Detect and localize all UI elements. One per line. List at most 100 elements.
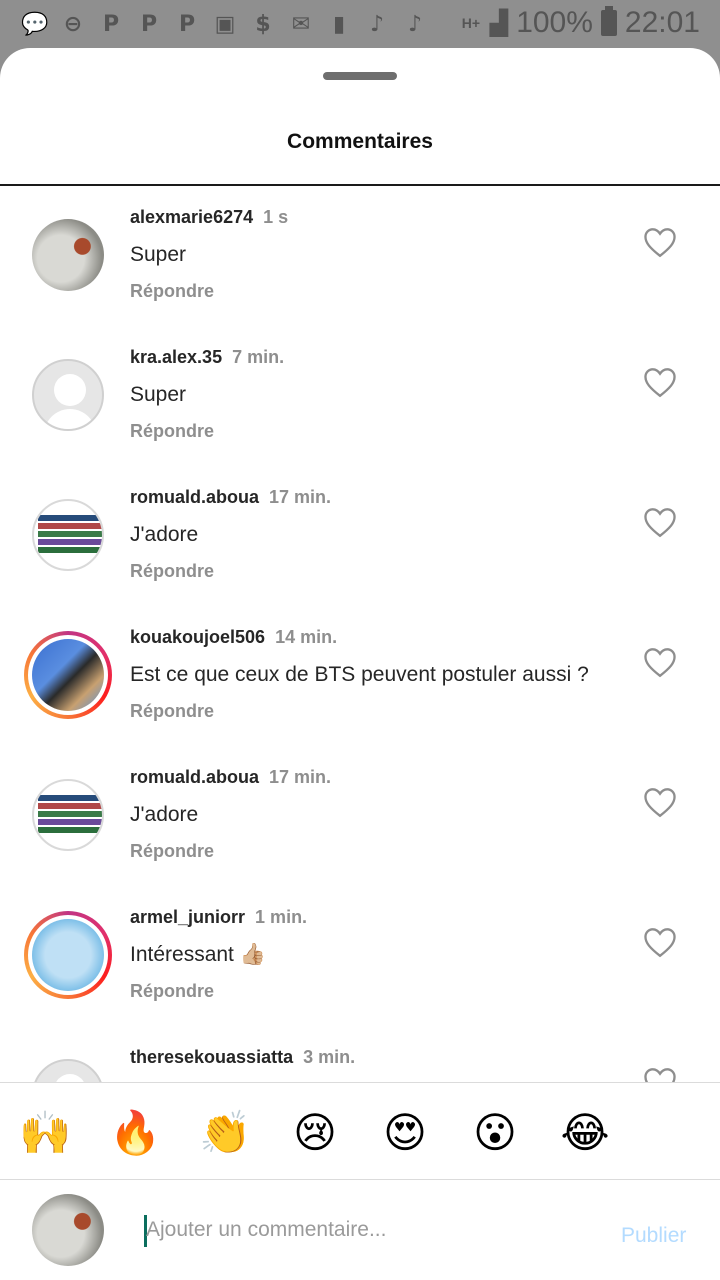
comment-text: Est ce que ceux de BTS peuvent postuler … xyxy=(130,663,589,686)
tiktok-icon: ♪ xyxy=(369,11,385,37)
avatar-stripe xyxy=(38,811,102,817)
reply-button[interactable]: Répondre xyxy=(130,841,214,862)
heart-eyes-emoji-button[interactable]: 😍 xyxy=(379,1107,431,1159)
status-bar: 💬 ⊖ P P P ▣ $ ✉ ▮ ♪ ♪ H+ ▟ 100% 22:01 xyxy=(0,0,720,48)
money-icon: $ xyxy=(255,11,271,37)
timestamp: 14 min. xyxy=(275,627,338,647)
avatar-stripe xyxy=(38,539,102,545)
comment-text: Super xyxy=(130,243,187,266)
parking-app-icon: P xyxy=(178,11,196,37)
raising-hands-emoji-button[interactable]: 🙌 xyxy=(19,1107,71,1159)
comment-item: theresekouassiatta 3 min. xyxy=(0,1026,720,1082)
heart-icon[interactable] xyxy=(642,366,678,398)
comment-meta: kouakoujoel506 14 min. xyxy=(130,627,337,648)
parking-app-icon: P xyxy=(140,11,158,37)
heart-icon[interactable] xyxy=(642,926,678,958)
reply-button[interactable]: Répondre xyxy=(130,421,214,442)
heart-icon[interactable] xyxy=(642,226,678,258)
comment-text: Intéressant 👍🏼 xyxy=(130,943,266,966)
heart-icon[interactable] xyxy=(642,506,678,538)
surprised-emoji-button[interactable]: 😮 xyxy=(469,1107,521,1159)
comment-list[interactable]: alexmarie6274 1 s Super Répondre kra.alex… xyxy=(0,186,720,1082)
avatar-stripe xyxy=(38,803,102,809)
avatar xyxy=(32,919,104,991)
avatar-head xyxy=(54,374,86,406)
heart-icon[interactable] xyxy=(642,1066,678,1082)
image-icon: ▣ xyxy=(214,11,236,37)
avatar-stripe xyxy=(38,795,102,801)
username[interactable]: romuald.aboua xyxy=(130,767,259,787)
comment-item: kouakoujoel506 14 min. Est ce que ceux de… xyxy=(0,606,720,746)
heart-icon[interactable] xyxy=(642,786,678,818)
signal-icon: ▟ xyxy=(489,9,509,37)
battery-100-icon: ▮ xyxy=(332,11,346,37)
current-user-avatar xyxy=(32,1194,104,1266)
avatar[interactable] xyxy=(32,359,104,431)
mail-icon: ✉ xyxy=(291,11,311,37)
username[interactable]: romuald.aboua xyxy=(130,487,259,507)
sheet-title: Commentaires xyxy=(287,130,433,153)
comment-item: romuald.aboua 17 min. J'adore Répondre xyxy=(0,746,720,886)
crying-emoji-button[interactable]: 😢 xyxy=(289,1107,341,1159)
comment-input[interactable] xyxy=(146,1210,586,1250)
message-icon: 💬 xyxy=(21,11,49,37)
comment-meta: romuald.aboua 17 min. xyxy=(130,487,331,508)
heart-icon[interactable] xyxy=(642,646,678,678)
notification-icons: 💬 ⊖ P P P ▣ $ ✉ ▮ ♪ ♪ xyxy=(21,8,428,40)
username[interactable]: kra.alex.35 xyxy=(130,347,222,367)
avatar-stripe xyxy=(38,523,102,529)
battery-percent: 100% xyxy=(516,6,593,39)
avatar-stripe xyxy=(38,827,102,833)
comment-text: Super xyxy=(130,383,187,406)
username[interactable]: armel_juniorr xyxy=(130,907,245,927)
reply-button[interactable]: Répondre xyxy=(130,981,214,1002)
username[interactable]: alexmarie6274 xyxy=(130,207,253,227)
avatar-ring-gap xyxy=(28,635,108,715)
avatar-stripe xyxy=(38,531,102,537)
reply-button[interactable]: Répondre xyxy=(130,281,214,302)
timestamp: 3 min. xyxy=(303,1047,356,1067)
publish-button[interactable]: Publier xyxy=(621,1224,686,1248)
parking-app-icon: P xyxy=(102,11,120,37)
comment-meta: armel_juniorr 1 min. xyxy=(130,907,307,928)
timestamp: 1 s xyxy=(263,207,289,227)
tiktok-icon: ♪ xyxy=(407,11,423,37)
avatar-stripe xyxy=(38,515,102,521)
comment-item: alexmarie6274 1 s Super Répondre xyxy=(0,186,720,326)
comment-item: armel_juniorr 1 min. Intéressant 👍🏼 Répon… xyxy=(0,886,720,1026)
drag-handle[interactable] xyxy=(323,72,397,80)
comment-text: J'adore xyxy=(130,803,199,826)
battery-icon xyxy=(600,6,617,36)
avatar-story-ring[interactable] xyxy=(24,911,112,999)
avatar[interactable] xyxy=(32,1059,104,1082)
avatar[interactable] xyxy=(32,499,104,571)
comment-meta: romuald.aboua 17 min. xyxy=(130,767,331,788)
do-not-disturb-icon: ⊖ xyxy=(63,11,83,37)
timestamp: 17 min. xyxy=(269,487,332,507)
system-status: H+ ▟ 100% 22:01 xyxy=(462,5,700,41)
avatar[interactable] xyxy=(32,219,104,291)
timestamp: 17 min. xyxy=(269,767,332,787)
fire-emoji-button[interactable]: 🔥 xyxy=(109,1107,161,1159)
avatar-stripe xyxy=(38,819,102,825)
avatar-head xyxy=(54,1074,86,1082)
clapping-emoji-button[interactable]: 👏 xyxy=(199,1107,251,1159)
timestamp: 7 min. xyxy=(232,347,285,367)
comment-meta: theresekouassiatta 3 min. xyxy=(130,1047,355,1068)
clock: 22:01 xyxy=(624,6,700,39)
avatar[interactable] xyxy=(32,779,104,851)
comment-composer: Publier xyxy=(0,1180,720,1280)
avatar-ring-gap xyxy=(28,915,108,995)
comment-item: romuald.aboua 17 min. J'adore Répondre xyxy=(0,466,720,606)
emoji-quick-bar: 🙌 🔥 👏 😢 😍 😮 😂 xyxy=(0,1082,720,1180)
username[interactable]: kouakoujoel506 xyxy=(130,627,265,647)
timestamp: 1 min. xyxy=(255,907,308,927)
network-type: H+ xyxy=(461,15,481,31)
reply-button[interactable]: Répondre xyxy=(130,561,214,582)
tears-of-joy-emoji-button[interactable]: 😂 xyxy=(559,1107,611,1159)
username[interactable]: theresekouassiatta xyxy=(130,1047,293,1067)
avatar-story-ring[interactable] xyxy=(24,631,112,719)
comments-sheet: Commentaires alexmarie6274 1 s Super Répo… xyxy=(0,48,720,1280)
comment-meta: alexmarie6274 1 s xyxy=(130,207,288,228)
reply-button[interactable]: Répondre xyxy=(130,701,214,722)
